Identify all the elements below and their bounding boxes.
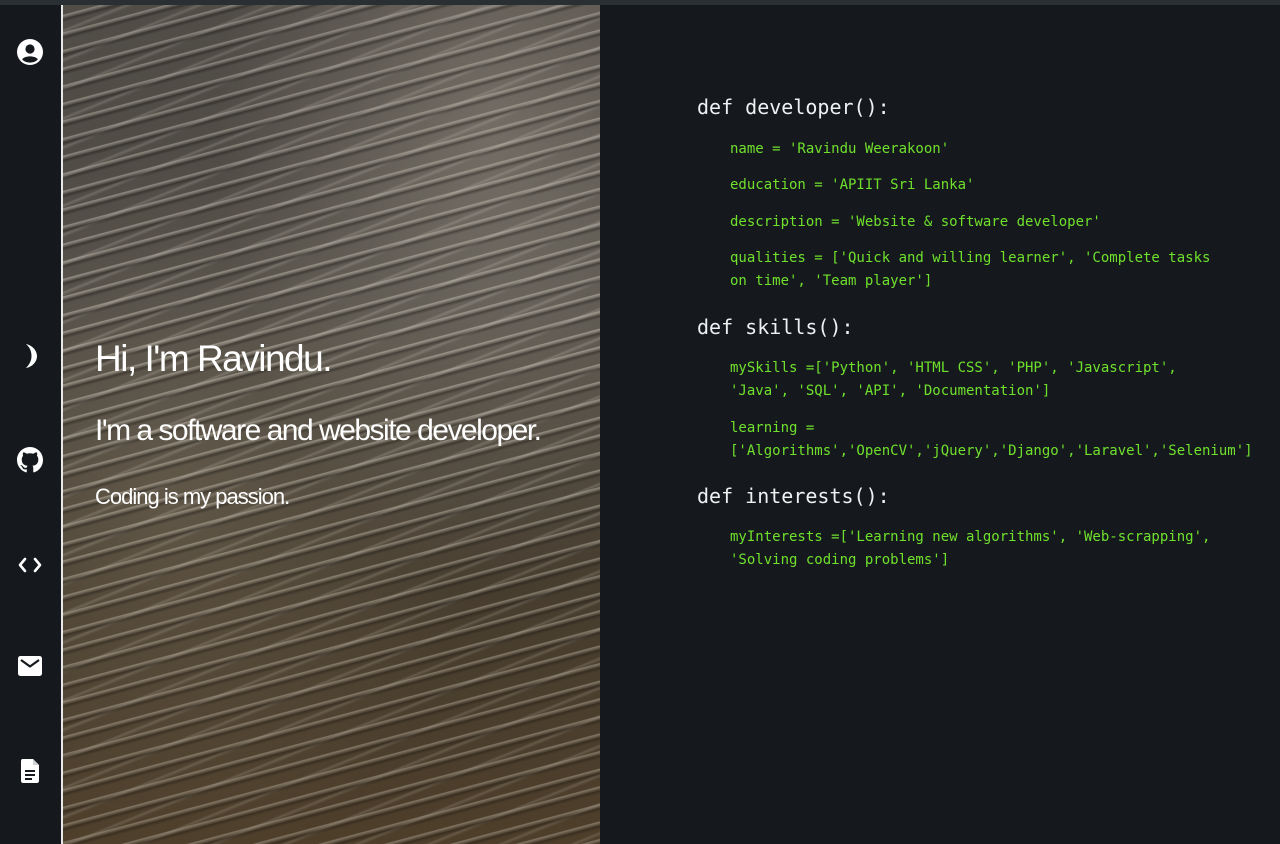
code-icon [18,557,42,573]
def-interests: def interests(): [697,484,890,508]
code-line-education: education = 'APIIT Sri Lanka' [730,177,975,193]
hero-panel: Hi, I'm Ravindu. I'm a software and webs… [63,5,600,844]
profile-button[interactable] [10,32,50,72]
code-line-name: name = 'Ravindu Weerakoon' [730,141,950,157]
hero-passion: Coding is my passion. [95,484,290,509]
theme-toggle-button[interactable] [10,336,50,376]
mail-icon [18,656,42,676]
resume-button[interactable] [10,751,50,791]
hero-greeting: Hi, I'm Ravindu. [95,338,332,379]
code-line-qualities: qualities = ['Quick and willing learner'… [730,250,1211,289]
code-line-learning: learning = ['Algorithms','OpenCV','jQuer… [730,420,1253,459]
projects-button[interactable] [10,545,50,585]
sidebar-nav [0,5,61,844]
def-skills: def skills(): [697,315,854,339]
code-line-myinterests: myInterests =['Learning new algorithms',… [730,529,1211,568]
moon-icon [26,344,37,368]
github-icon [17,447,43,473]
code-panel: def developer(): name = 'Ravindu Weerako… [600,5,1280,844]
def-developer: def developer(): [697,95,890,119]
code-line-description: description = 'Website & software develo… [730,214,1101,230]
github-button[interactable] [10,440,50,480]
code-line-myskills: mySkills =['Python', 'HTML CSS', 'PHP', … [730,360,1177,399]
hero-role: I'm a software and website developer. [95,414,542,447]
document-icon [21,759,39,783]
user-circle-icon [17,39,43,65]
contact-button[interactable] [10,646,50,686]
